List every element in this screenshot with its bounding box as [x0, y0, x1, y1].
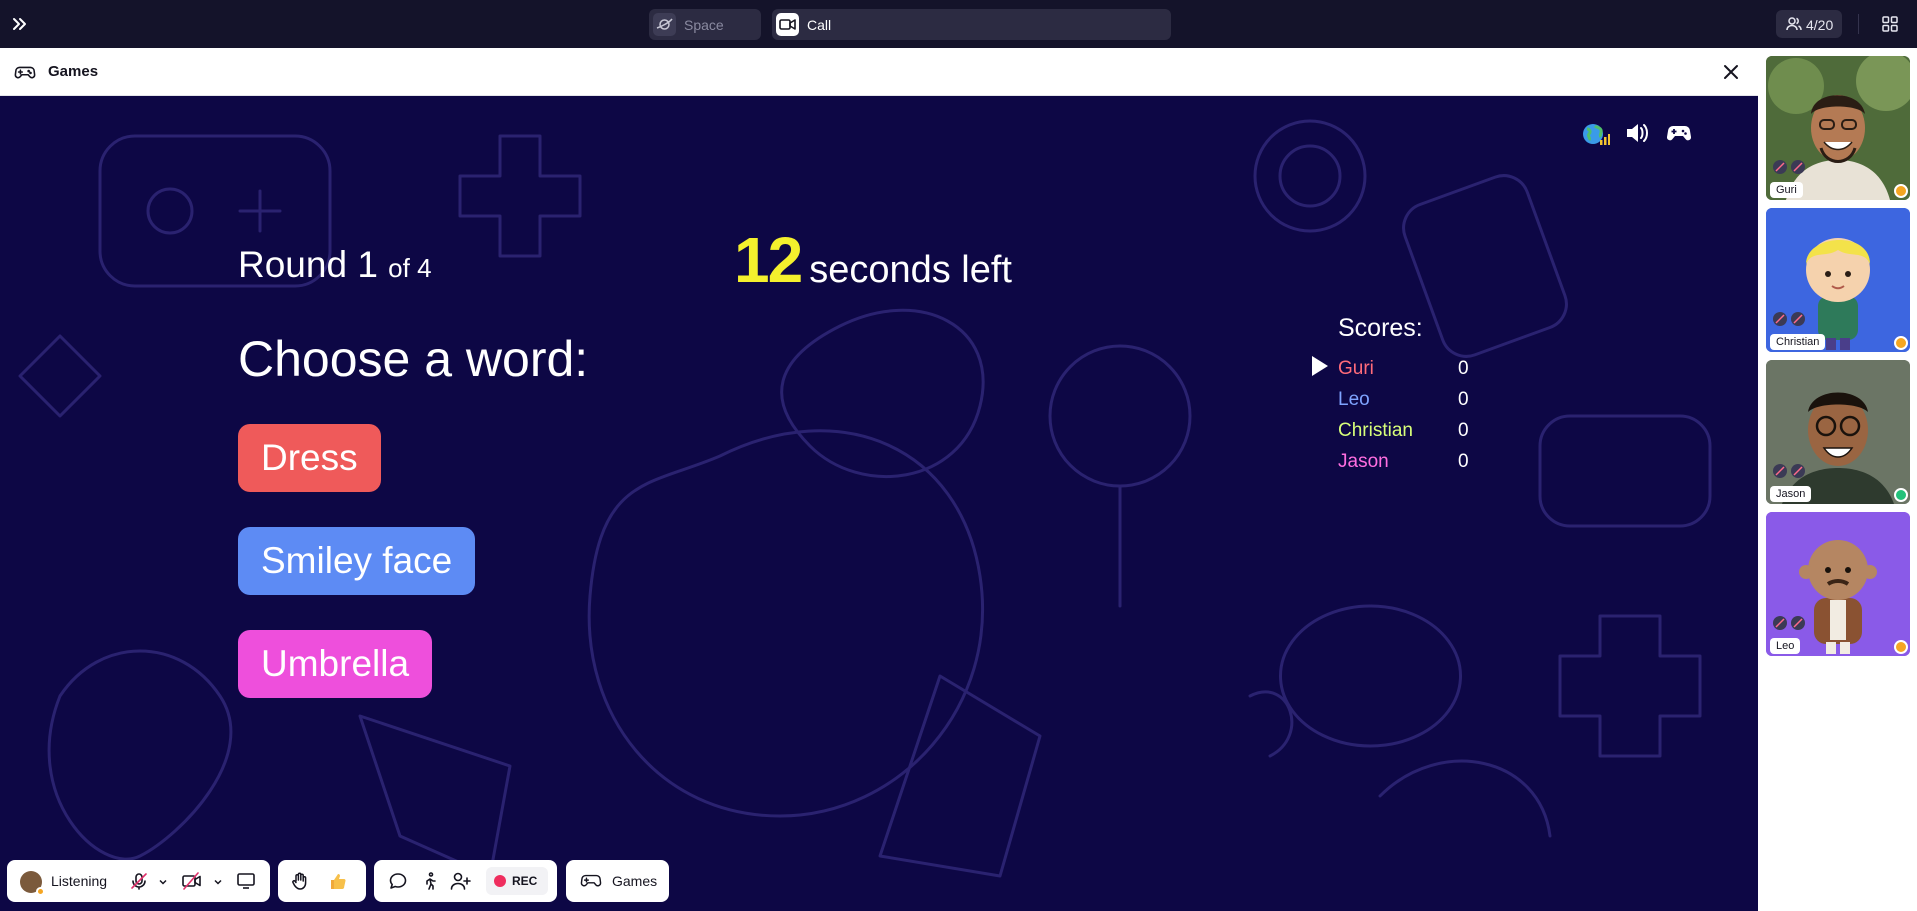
player-name: Jason [1338, 451, 1389, 472]
call-tab-label: Call [807, 17, 832, 33]
player-name: Christian [1338, 420, 1413, 441]
player-score: 0 [1458, 451, 1469, 472]
countdown-timer: 12 seconds left [734, 223, 1012, 297]
gamepad-icon [580, 871, 602, 896]
word-option-dress[interactable]: Dress [238, 424, 381, 492]
round-indicator: Round 1 of 4 [238, 244, 432, 286]
call-actions: REC [374, 860, 557, 902]
chat-icon[interactable] [388, 871, 408, 896]
space-tab[interactable]: Space [649, 9, 761, 40]
participant-name: Jason [1770, 486, 1812, 502]
muted-badges [1772, 615, 1808, 636]
participant-tile-jason[interactable]: Jason [1766, 360, 1910, 504]
top-bar: Space Call 4/20 [0, 0, 1917, 48]
score-row: Leo 0 [1312, 383, 1482, 413]
round-current: 1 [357, 244, 378, 285]
participant-name: Guri [1770, 182, 1803, 198]
record-dot-icon [494, 875, 506, 887]
video-camera-icon [776, 13, 799, 36]
muted-badges [1772, 159, 1808, 180]
status-dot [36, 887, 45, 896]
planet-icon [653, 13, 676, 36]
word-option-smiley-face[interactable]: Smiley face [238, 527, 476, 595]
status-dot [1894, 488, 1908, 502]
round-total: of 4 [388, 253, 432, 283]
participant-tile-guri[interactable]: Guri [1766, 56, 1910, 200]
score-row: Guri 0 [1312, 352, 1482, 382]
game-canvas: Round 1 of 4 12 seconds left Choose a wor… [0, 96, 1758, 911]
divider [1858, 14, 1859, 34]
grid-icon[interactable] [1880, 14, 1900, 34]
raise-hand-icon[interactable] [290, 871, 310, 896]
score-row: Christian 0 [1312, 414, 1482, 444]
walk-icon[interactable] [420, 871, 440, 896]
muted-badges [1772, 463, 1808, 484]
scores-title: Scores: [1338, 314, 1423, 342]
screen-share-icon[interactable] [236, 871, 256, 896]
doodle-background [18, 119, 1712, 878]
close-icon[interactable] [1717, 58, 1745, 86]
rec-button[interactable]: REC [486, 867, 548, 895]
add-user-icon[interactable] [450, 871, 472, 896]
seconds-label: seconds left [809, 249, 1012, 291]
games-button-label: Games [612, 873, 658, 889]
microphone-off-icon[interactable] [129, 871, 149, 896]
expand-sidebar-icon[interactable] [8, 12, 32, 36]
player-score: 0 [1458, 358, 1469, 379]
rec-label: REC [512, 874, 538, 888]
current-turn-arrow-icon [1312, 356, 1328, 376]
thumbs-up-icon[interactable] [328, 871, 348, 896]
media-controls: Listening [7, 860, 270, 902]
camera-off-icon[interactable] [181, 871, 203, 896]
games-button[interactable]: Games [566, 860, 669, 902]
word-option-umbrella[interactable]: Umbrella [238, 630, 433, 698]
participant-count-button[interactable]: 4/20 [1776, 10, 1842, 38]
games-panel-header: Games [0, 48, 1758, 96]
seconds-remaining: 12 [734, 224, 803, 296]
status-dot [1894, 640, 1908, 654]
round-label: Round [238, 244, 348, 285]
sound-icon[interactable] [1624, 120, 1650, 151]
people-icon [1786, 17, 1802, 34]
player-score: 0 [1458, 420, 1469, 441]
player-score: 0 [1458, 389, 1469, 410]
status-dot [1894, 336, 1908, 350]
chevron-down-icon[interactable] [157, 875, 169, 893]
participant-name: Christian [1770, 334, 1826, 350]
participant-tile-christian[interactable]: Christian [1766, 208, 1910, 352]
call-tab[interactable]: Call [772, 9, 1171, 40]
language-icon[interactable] [1580, 120, 1610, 153]
listening-status[interactable]: Listening [51, 873, 107, 889]
participant-count: 4/20 [1806, 17, 1834, 33]
game-controls [1580, 120, 1700, 148]
panel-title: Games [48, 63, 99, 80]
space-tab-label: Space [684, 17, 724, 33]
status-dot [1894, 184, 1908, 198]
participant-sidebar: Guri Christian Jason Leo [1758, 48, 1917, 911]
reaction-controls [278, 860, 366, 902]
gamepad-icon[interactable] [1666, 122, 1692, 149]
player-name: Guri [1338, 358, 1374, 379]
chevron-down-icon[interactable] [212, 875, 224, 893]
word-prompt: Choose a word: [238, 331, 589, 387]
player-name: Leo [1338, 389, 1370, 410]
muted-badges [1772, 311, 1808, 332]
gamepad-icon [14, 61, 36, 88]
participant-tile-leo[interactable]: Leo [1766, 512, 1910, 656]
participant-name: Leo [1770, 638, 1801, 654]
score-row: Jason 0 [1312, 445, 1482, 475]
